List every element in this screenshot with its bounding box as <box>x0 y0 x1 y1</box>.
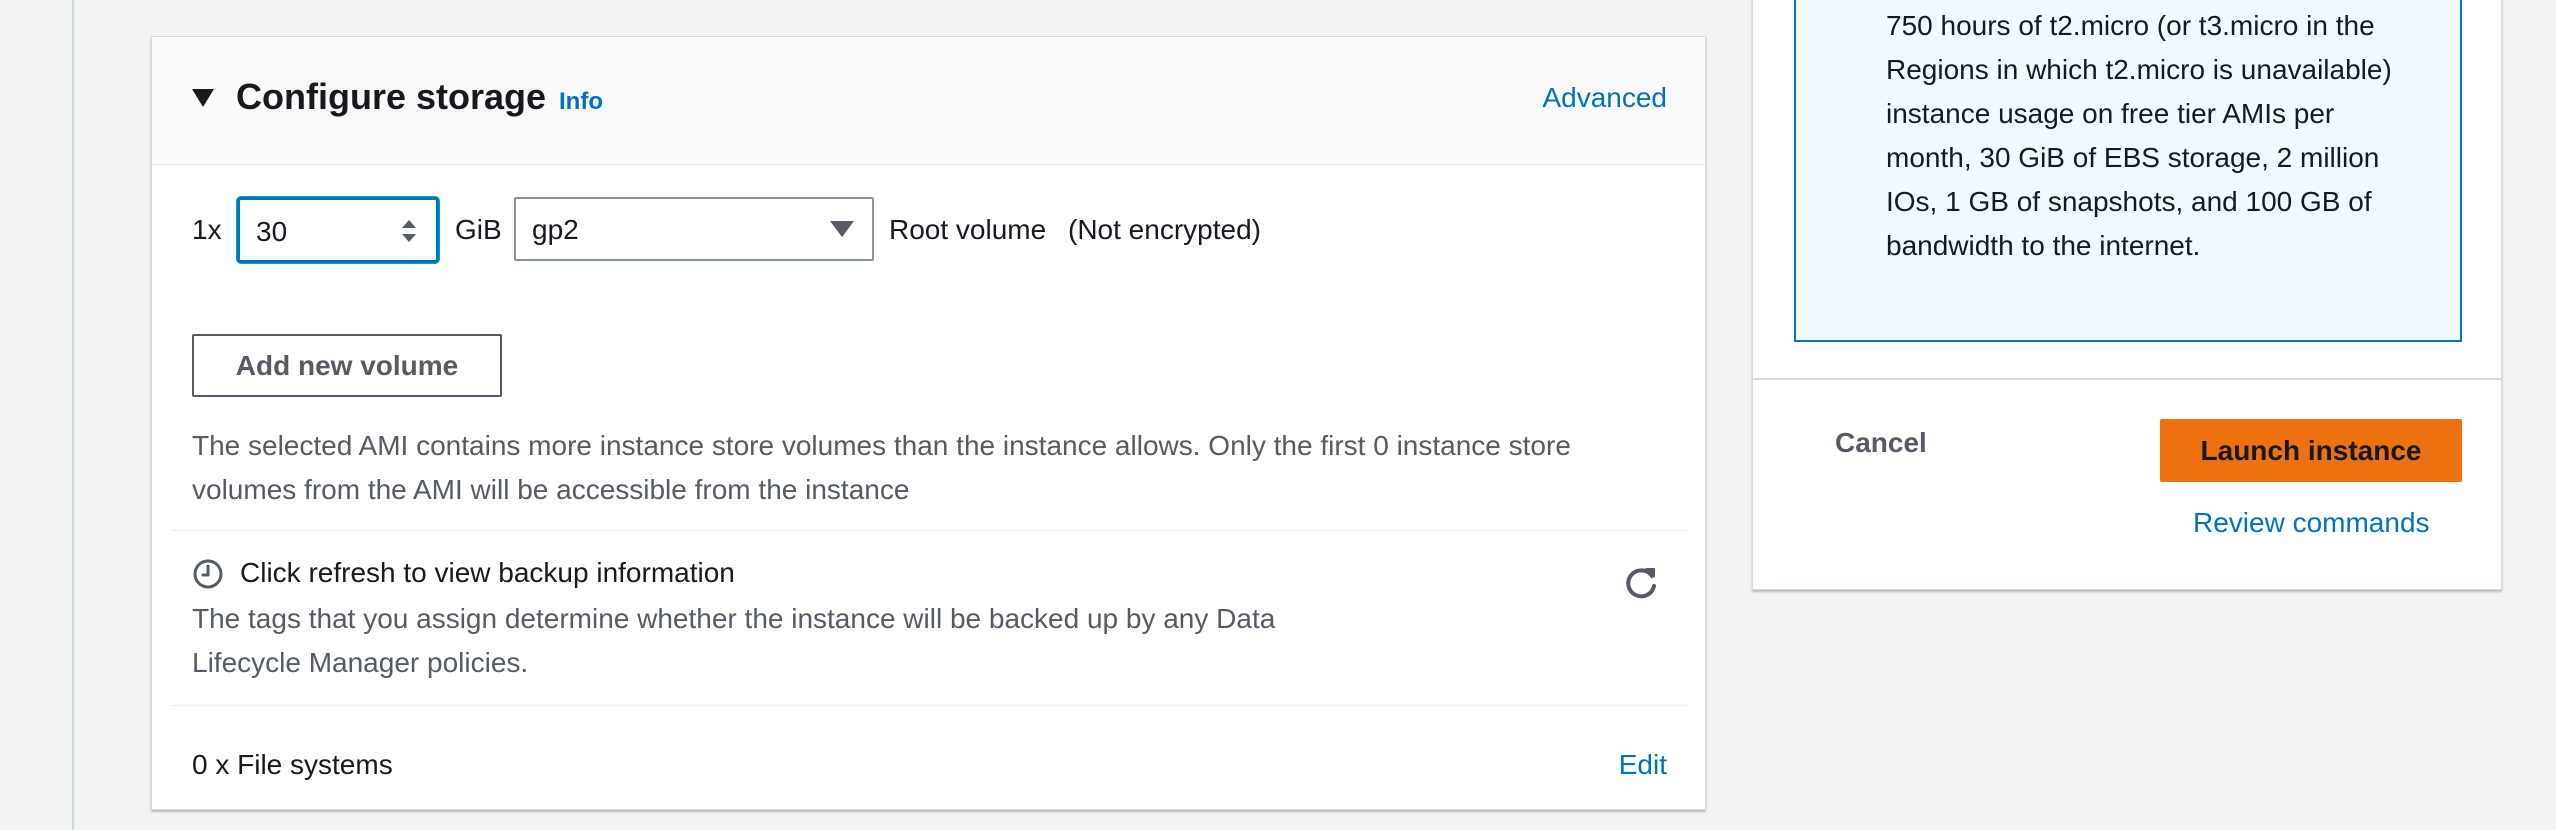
divider <box>172 530 1687 531</box>
left-border <box>72 0 74 830</box>
volume-type-select[interactable]: gp2 <box>514 197 874 261</box>
add-new-volume-button[interactable]: Add new volume <box>192 334 502 397</box>
volume-unit-label: GiB <box>455 214 502 245</box>
volume-type-value: gp2 <box>532 214 579 245</box>
clock-icon <box>193 559 223 589</box>
review-commands-link[interactable]: Review commands <box>2193 506 2430 540</box>
free-tier-text: 750 hours of t2.micro (or t3.micro in th… <box>1886 10 2392 261</box>
refresh-icon[interactable] <box>1621 562 1661 602</box>
summary-panel: 750 hours of t2.micro (or t3.micro in th… <box>1752 0 2502 590</box>
configure-storage-panel: Configure storage Info Advanced 1x 30 Gi… <box>151 36 1706 810</box>
ami-warning-text: The selected AMI contains more instance … <box>192 430 1571 505</box>
page: Configure storage Info Advanced 1x 30 Gi… <box>0 0 2556 830</box>
backup-info-title: Click refresh to view backup information <box>240 557 735 588</box>
launch-instance-button[interactable]: Launch instance <box>2160 419 2462 482</box>
panel-title[interactable]: Configure storage <box>236 75 546 119</box>
info-link[interactable]: Info <box>559 87 603 117</box>
edit-file-systems-link[interactable]: Edit <box>1619 748 1667 782</box>
free-tier-info-box: 750 hours of t2.micro (or t3.micro in th… <box>1794 0 2462 342</box>
caret-down-icon[interactable] <box>192 89 214 107</box>
divider <box>1753 378 2501 380</box>
volume-size-input[interactable]: 30 <box>237 197 439 263</box>
backup-info-description: The tags that you assign determine wheth… <box>192 603 1276 678</box>
divider <box>172 705 1687 706</box>
advanced-link[interactable]: Advanced <box>1542 81 1667 115</box>
volume-count-label: 1x <box>192 214 222 245</box>
dropdown-arrow-icon <box>830 221 854 237</box>
encryption-label: (Not encrypted) <box>1068 214 1261 245</box>
spinner-icon[interactable] <box>398 216 420 246</box>
cancel-button[interactable]: Cancel <box>1817 421 1945 465</box>
file-systems-label: 0 x File systems <box>192 749 393 780</box>
root-volume-label: Root volume <box>889 214 1047 245</box>
volume-size-value: 30 <box>256 216 288 247</box>
panel-header: Configure storage Info Advanced <box>152 37 1705 165</box>
